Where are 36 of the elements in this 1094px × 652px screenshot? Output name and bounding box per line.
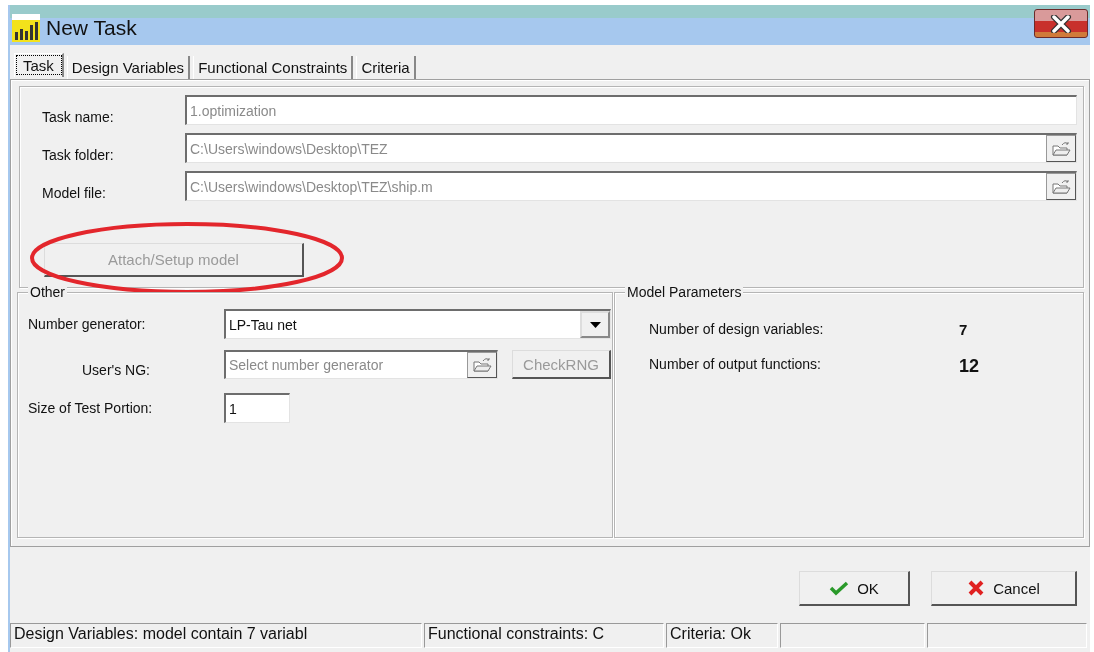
check-icon [829,580,850,596]
dropdown-value: LP-Tau net [228,316,298,333]
field-label: Task name: [41,108,115,125]
field-value: C:\Users\windows\Desktop\TEZ\ship.m [189,178,434,195]
group-title: Model Parameters [625,284,744,300]
parameter-value: 7 [959,321,969,338]
status-text: Functional constraints: C [424,623,664,648]
field-label: User's NG: [81,360,151,378]
parameter-value: 12 [959,356,981,377]
field-label: Task folder: [41,146,115,163]
parameter-label: Number of design variables: [649,321,825,338]
field-label: Model file: [41,184,107,201]
close-icon [1050,14,1072,33]
close-button[interactable] [1034,9,1088,38]
cross-icon [967,579,986,597]
status-text: Design Variables: model contain 7 variabl [10,623,422,648]
tab[interactable]: Functional Constraints [193,56,354,79]
number-field[interactable]: 1 [224,393,290,423]
tab[interactable]: Criteria [356,56,416,79]
field-value: C:\Users\windows\Desktop\TEZ [189,140,389,157]
ok-button[interactable]: OK [799,571,910,606]
field-label: Size of Test Portion: [28,400,154,416]
window-title: New Task [46,16,137,40]
group-title: Other [28,284,67,300]
field-value: 1 [228,400,238,417]
cancel-button[interactable]: Cancel [931,571,1077,606]
field-value: 1.optimization [189,102,278,119]
dropdown[interactable]: LP-Tau net [224,309,611,339]
tab[interactable]: Design Variables [66,56,191,79]
status-text: Criteria: Ok [666,623,778,648]
folder-icon[interactable] [467,352,497,378]
parameter-label: Number of output functions: [649,356,822,374]
tab[interactable]: Task [14,53,64,77]
app-icon [12,14,40,42]
placeholder-text: Select number generator [228,357,385,373]
field-label: Number generator: [28,316,147,332]
